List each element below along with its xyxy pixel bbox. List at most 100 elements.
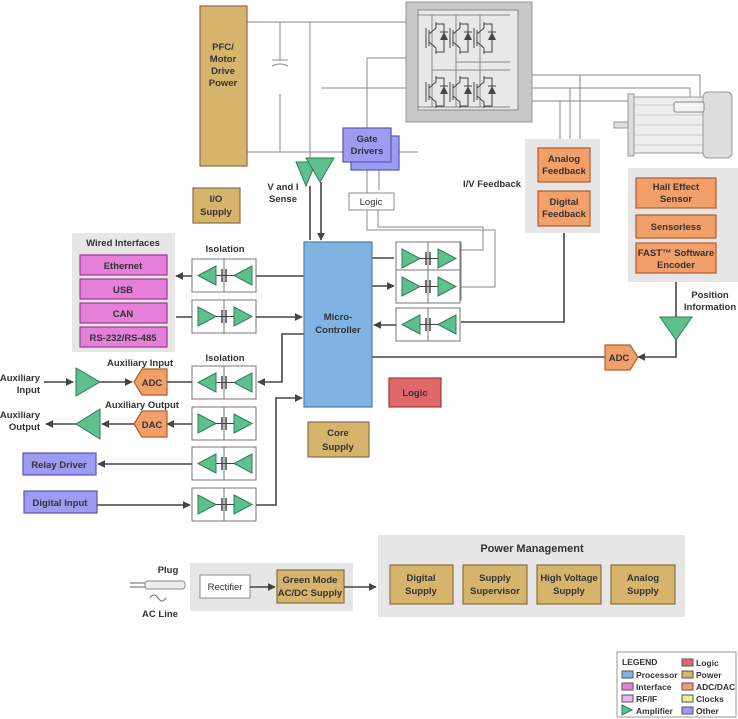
label: Processor xyxy=(636,670,678,680)
label: Power Management xyxy=(480,543,584,555)
inverter-bridge xyxy=(405,1,533,123)
label: AC/DC Supply xyxy=(278,588,343,599)
label: Feedback xyxy=(542,209,587,220)
legend-swatch-processor xyxy=(621,670,634,679)
label: Motor xyxy=(210,54,237,65)
legend-swatch-clocks xyxy=(681,694,694,703)
label: AC Line xyxy=(142,609,178,620)
label: Sensor xyxy=(660,194,693,205)
aux-input-amplifier xyxy=(75,367,101,397)
label: Supply xyxy=(200,207,232,218)
label: Relay Driver xyxy=(31,460,87,471)
label: Ethernet xyxy=(104,261,143,272)
label: PFC/Motor Drive Power xyxy=(209,42,238,89)
label: I/V Feedback xyxy=(463,179,522,190)
label: Other xyxy=(696,706,719,716)
isolator-feedback xyxy=(395,307,461,342)
label: V and I Sense xyxy=(267,182,298,205)
label: Supply xyxy=(553,586,585,597)
label: Auxiliary Input xyxy=(107,358,174,369)
label: Green Mode xyxy=(283,575,338,586)
label: Auxiliary Output xyxy=(105,400,180,411)
label: ADC/DAC xyxy=(696,682,735,692)
motor-control-block-diagram: PFC/Motor Drive Power Gate Drivers V and IS… xyxy=(0,1,738,718)
label: Core xyxy=(327,428,349,439)
label: Information xyxy=(684,302,736,313)
label: V and I xyxy=(267,182,298,193)
label: Drivers xyxy=(351,146,384,157)
label: Output xyxy=(9,422,41,433)
label: Clocks xyxy=(696,694,724,704)
label: Supply xyxy=(627,586,659,597)
label: Gate xyxy=(356,134,377,145)
label: Position xyxy=(691,290,729,301)
high-voltage-supply xyxy=(536,564,602,605)
legend-swatch-other xyxy=(681,706,694,715)
label: RF/IF xyxy=(636,694,657,704)
label: Isolation xyxy=(205,244,244,255)
isolator-aux-input xyxy=(191,365,257,400)
isolator-gate-drive xyxy=(395,241,462,304)
motor-icon xyxy=(613,91,733,159)
label: Rectifier xyxy=(208,582,243,593)
label: Logic xyxy=(696,658,719,668)
aux-output-amplifier xyxy=(75,408,101,440)
label: ADC xyxy=(142,378,163,389)
isolator-aux-output xyxy=(191,406,257,441)
label: Input xyxy=(17,385,41,396)
label: Supervisor xyxy=(470,586,520,597)
label: Plug xyxy=(158,565,179,576)
label: DAC xyxy=(142,420,163,431)
legend: LEGEND Processor Interface RF/IF Amplifi… xyxy=(616,651,737,718)
label: USB xyxy=(113,285,133,296)
label: PFC/ xyxy=(212,42,234,53)
label: ADC xyxy=(609,353,630,364)
label: Auxiliary xyxy=(0,373,41,384)
supply-supervisor xyxy=(462,564,528,605)
digital-supply xyxy=(389,564,454,605)
label: Interface xyxy=(636,682,672,692)
label: CAN xyxy=(113,309,134,320)
label: FAST™ Software xyxy=(638,248,715,259)
position-amplifier xyxy=(659,316,693,341)
legend-swatch-rf-if xyxy=(621,694,634,703)
label: Power xyxy=(209,78,238,89)
label: Controller xyxy=(315,325,361,336)
label: Feedback xyxy=(542,166,587,177)
label: Supply xyxy=(479,573,511,584)
label: Digital xyxy=(406,573,435,584)
legend-swatch-interface xyxy=(621,682,634,691)
label: Analog xyxy=(548,154,580,165)
v-i-sense-amplifiers xyxy=(295,157,335,240)
label: Drive xyxy=(211,66,235,77)
label: Digital Input xyxy=(33,498,89,509)
label: Amplifier xyxy=(636,706,674,716)
isolator-interface-in xyxy=(191,299,257,334)
label: Logic xyxy=(402,388,427,399)
label: Supply xyxy=(322,442,354,453)
label: Auxiliary Input xyxy=(0,373,41,396)
label: Digital xyxy=(549,197,578,208)
label: Power xyxy=(696,670,722,680)
label: Analog Feedback xyxy=(542,154,587,177)
label: Auxiliary Output xyxy=(0,410,41,433)
isolator-interface-out xyxy=(191,258,257,293)
label: Position Information xyxy=(684,290,736,313)
label: Supply xyxy=(405,586,437,597)
label: Isolation xyxy=(205,353,244,364)
label: Micro- xyxy=(324,312,353,323)
legend-swatch-logic xyxy=(681,658,694,667)
label: Sensorless xyxy=(651,222,702,233)
label: I/O xyxy=(210,194,223,205)
label: LEGEND xyxy=(622,657,657,667)
plug-icon xyxy=(130,580,186,602)
label: High Voltage xyxy=(540,573,597,584)
legend-swatch-adc-dac xyxy=(681,682,694,691)
label: Analog xyxy=(627,573,659,584)
isolator-digital-input xyxy=(191,487,257,522)
label: Logic xyxy=(360,197,383,208)
isolator-relay xyxy=(191,446,257,481)
analog-supply xyxy=(610,564,676,605)
label: Auxiliary xyxy=(0,410,41,421)
label: Sense xyxy=(269,194,297,205)
